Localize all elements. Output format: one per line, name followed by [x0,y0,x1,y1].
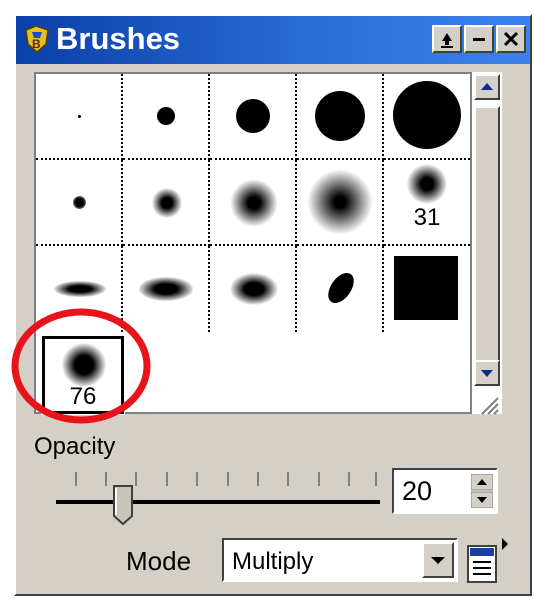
pin-button[interactable] [432,25,462,53]
brush-grid: 31 76 [34,72,472,415]
opacity-slider[interactable] [54,468,384,528]
brush-swatch[interactable] [123,74,210,160]
mode-dropdown-button[interactable] [422,542,454,578]
brushes-palette: B Brushes 31 76 Opacity 20 Mode Multiply [11,14,532,596]
opacity-label: Opacity [34,433,116,460]
scroll-up-button[interactable] [474,74,500,100]
brush-swatch[interactable] [384,246,470,332]
brush-swatch[interactable] [36,246,123,332]
brush-swatch-selected[interactable]: 76 [41,335,125,415]
arrow-up-icon [481,83,493,90]
mode-value: Multiply [232,548,314,575]
minimize-icon [473,38,485,41]
brush-swatch[interactable]: 31 [384,160,470,246]
close-icon [503,31,519,47]
brush-swatch[interactable] [210,74,297,160]
brush-swatch[interactable] [384,74,470,160]
palette-menu-button[interactable] [466,536,512,586]
brush-swatch[interactable] [123,246,210,332]
brushes-app-icon: B [25,25,49,54]
chevron-down-icon [431,557,445,564]
mode-select[interactable]: Multiply [222,538,458,582]
brush-size-label: 76 [69,383,97,410]
window-title: Brushes [56,21,181,56]
scroll-down-button[interactable] [474,360,500,386]
close-button[interactable] [496,25,526,53]
svg-text:B: B [32,37,41,51]
brush-swatch[interactable] [36,74,123,160]
brush-swatch[interactable] [36,160,123,246]
minimize-button[interactable] [464,25,494,53]
brush-size-label: 31 [413,204,441,231]
brush-swatch[interactable] [297,246,384,332]
scroll-thumb[interactable] [474,106,500,382]
title-bar[interactable]: B Brushes [16,16,530,64]
brush-grid-scrollbar[interactable] [472,72,502,414]
opacity-slider-thumb [113,485,133,526]
arrow-down-icon [481,370,493,377]
opacity-value[interactable]: 20 [402,476,432,507]
brush-swatch[interactable] [123,160,210,246]
brush-swatch[interactable] [210,160,297,246]
brush-swatch[interactable] [297,74,384,160]
spin-arrows[interactable] [471,474,493,508]
pin-icon [441,33,453,48]
brush-swatch[interactable] [210,246,297,332]
opacity-field[interactable]: 20 [392,468,498,514]
mode-label: Mode [126,546,192,576]
palette-menu-icon [467,538,508,583]
resize-grip-icon[interactable] [474,390,500,416]
brush-swatch[interactable] [297,160,384,246]
